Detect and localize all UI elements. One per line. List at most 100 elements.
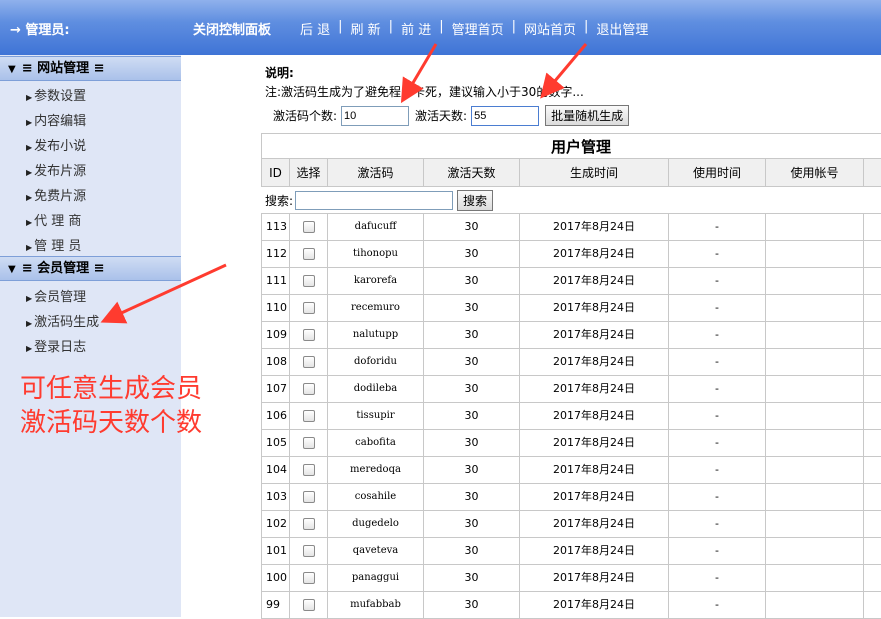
collapse-icon: ▼ (8, 264, 16, 275)
row-account (765, 214, 863, 240)
row-generated: 2017年8月24日 (519, 511, 668, 537)
row-id: 105 (261, 430, 289, 456)
row-checkbox-cell (289, 592, 327, 618)
sidebar-item[interactable]: ▶ 会员管理 (26, 286, 86, 305)
sidebar-item[interactable]: ▶ 发布片源 (26, 160, 86, 179)
table-row: 107 dodileba 30 2017年8月24日 - (261, 376, 881, 403)
days-input[interactable] (471, 105, 540, 126)
annotation-line: 激活码天数个数 (20, 408, 203, 438)
row-id: 104 (261, 457, 289, 483)
row-checkbox[interactable] (302, 329, 315, 341)
sidebar-item[interactable]: ▶ 登录日志 (26, 336, 86, 355)
row-account (765, 349, 863, 375)
row-code: dugedelo (327, 511, 423, 537)
row-checkbox[interactable] (302, 572, 315, 584)
row-checkbox[interactable] (302, 275, 315, 287)
row-checkbox[interactable] (302, 491, 315, 503)
row-checkbox[interactable] (302, 221, 315, 233)
sidebar-item[interactable]: ▶ 参数设置 (26, 85, 86, 104)
row-checkbox[interactable] (302, 356, 315, 368)
sidebar-item[interactable]: ▶ 内容编辑 (26, 110, 86, 129)
sidebar-item-label: 参数设置 (34, 89, 87, 104)
row-days: 30 (423, 592, 519, 618)
row-id: 103 (261, 484, 289, 510)
row-code: tihonopu (327, 241, 423, 267)
header-code: 激活码 (327, 159, 423, 186)
sidebar-item[interactable]: ▶ 发布小说 (26, 135, 86, 154)
row-extra (863, 241, 881, 267)
row-account (765, 484, 863, 510)
sidebar-item-label: 免费片源 (34, 189, 87, 204)
row-code: tissupir (327, 403, 423, 429)
table-row: 100 panaggui 30 2017年8月24日 - (261, 565, 881, 592)
sidebar-item-label: 内容编辑 (34, 114, 87, 129)
row-checkbox[interactable] (302, 599, 315, 611)
row-checkbox[interactable] (302, 464, 315, 476)
search-input[interactable] (295, 190, 454, 210)
row-used-time: - (668, 295, 765, 321)
row-generated: 2017年8月24日 (519, 430, 668, 456)
annotation-line: 可任意生成会员 (20, 374, 203, 404)
sidebar-item-label: 发布片源 (34, 164, 87, 179)
row-id: 109 (261, 322, 289, 348)
sidebar-item[interactable]: ▶ 管 理 员 (26, 235, 81, 254)
table-row: 101 qaveteva 30 2017年8月24日 - (261, 538, 881, 565)
count-label: 激活码个数: (273, 109, 338, 123)
sidebar-section-site[interactable]: ▼ ≡ 网站管理 ≡ (0, 56, 181, 81)
row-generated: 2017年8月24日 (519, 403, 668, 429)
row-extra (863, 349, 881, 375)
bullet-arrow-icon: ▶ (26, 193, 33, 202)
sidebar-section-member[interactable]: ▼ ≡ 会员管理 ≡ (0, 256, 181, 281)
row-checkbox-cell (289, 349, 327, 375)
row-checkbox[interactable] (302, 383, 315, 395)
nav-refresh[interactable]: 刷 新 (351, 19, 381, 38)
header-id: ID (261, 159, 289, 186)
row-used-time: - (668, 511, 765, 537)
count-input[interactable] (341, 105, 410, 126)
row-checkbox[interactable] (302, 437, 315, 449)
row-account (765, 565, 863, 591)
row-checkbox-cell (289, 403, 327, 429)
sidebar-item-active[interactable]: ▶ 激活码生成 (26, 311, 99, 330)
table-row: 103 cosahile 30 2017年8月24日 - (261, 484, 881, 511)
generate-button[interactable]: 批量随机生成 (545, 105, 630, 126)
close-panel-link[interactable]: 关闭控制面板 (193, 19, 271, 38)
sidebar-item-label: 登录日志 (34, 340, 87, 355)
row-extra (863, 403, 881, 429)
nav-site-home[interactable]: 网站首页 (524, 19, 576, 38)
row-code: nalutupp (327, 322, 423, 348)
row-code: meredoqa (327, 457, 423, 483)
generate-form: 激活码个数: 激活天数: 批量随机生成 (273, 105, 630, 126)
annotation-text: 可任意生成会员 激活码天数个数 (20, 372, 202, 440)
days-label: 激活天数: (415, 109, 468, 123)
sidebar-item[interactable]: ▶ 代 理 商 (26, 210, 81, 229)
nav-logout[interactable]: 退出管理 (596, 19, 648, 38)
row-days: 30 (423, 430, 519, 456)
table-body: 113 dafucuff 30 2017年8月24日 -112 tihonopu 30 201… (261, 214, 881, 619)
nav-admin-home[interactable]: 管理首页 (452, 19, 504, 38)
search-button[interactable]: 搜索 (457, 189, 494, 211)
row-days: 30 (423, 295, 519, 321)
row-used-time: - (668, 403, 765, 429)
table-row: 105 cabofita 30 2017年8月24日 - (261, 430, 881, 457)
row-extra (863, 322, 881, 348)
table-row: 104 meredoqa 30 2017年8月24日 - (261, 457, 881, 484)
bullet-arrow-icon: ▶ (26, 143, 33, 152)
row-checkbox[interactable] (302, 518, 315, 530)
sidebar: ▼ ≡ 网站管理 ≡ ▶ 参数设置 ▶ 内容编辑 ▶ 发布小说 ▶ 发布片源 ▶ 免费片源 … (0, 55, 181, 617)
row-checkbox[interactable] (302, 248, 315, 260)
nav-forward[interactable]: 前 进 (401, 19, 431, 38)
row-checkbox-cell (289, 538, 327, 564)
sidebar-item[interactable]: ▶ 免费片源 (26, 185, 86, 204)
row-id: 102 (261, 511, 289, 537)
row-account (765, 403, 863, 429)
row-checkbox[interactable] (302, 545, 315, 557)
row-account (765, 511, 863, 537)
header-days: 激活天数 (423, 159, 519, 186)
nav-back[interactable]: 后 退 (300, 19, 330, 38)
row-checkbox[interactable] (302, 302, 315, 314)
row-checkbox-cell (289, 430, 327, 456)
row-extra (863, 295, 881, 321)
row-generated: 2017年8月24日 (519, 565, 668, 591)
row-checkbox[interactable] (302, 410, 315, 422)
